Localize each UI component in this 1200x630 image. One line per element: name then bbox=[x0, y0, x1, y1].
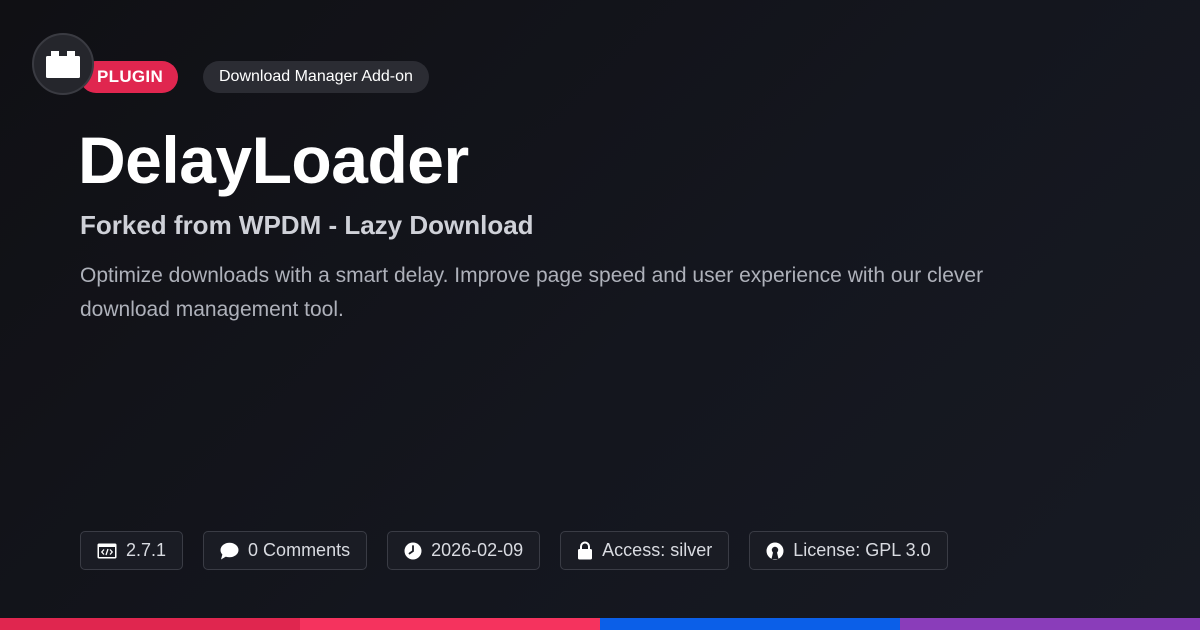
comment-bubble-icon bbox=[220, 542, 239, 559]
date-pill: 2026-02-09 bbox=[387, 531, 541, 570]
page-description: Optimize downloads with a smart delay. I… bbox=[80, 264, 984, 321]
type-badge: PLUGIN bbox=[80, 61, 179, 93]
bar-segment bbox=[900, 618, 1200, 630]
plugin-logo bbox=[32, 33, 94, 95]
comments-pill[interactable]: 0 Comments bbox=[203, 531, 368, 570]
date-label: 2026-02-09 bbox=[431, 540, 524, 560]
license-pill: License: GPL 3.0 bbox=[749, 531, 948, 570]
version-pill: 2.7.1 bbox=[80, 531, 184, 570]
bar-segment bbox=[600, 618, 900, 630]
page-title: DelayLoader bbox=[78, 123, 469, 197]
code-window-icon bbox=[97, 543, 117, 558]
bar-segment bbox=[300, 618, 600, 630]
clock-icon bbox=[404, 542, 422, 559]
category-badge[interactable]: Download Manager Add-on bbox=[203, 61, 429, 93]
license-label: License: GPL 3.0 bbox=[793, 540, 931, 560]
open-source-icon bbox=[766, 542, 784, 559]
plugin-block-icon bbox=[46, 51, 80, 78]
lock-icon bbox=[578, 541, 593, 560]
bar-segment bbox=[0, 618, 300, 630]
access-label: Access: silver bbox=[602, 540, 713, 560]
meta-row: 2.7.1 0 Comments 2026-02-09 Access: silv… bbox=[80, 531, 948, 570]
version-label: 2.7.1 bbox=[126, 540, 167, 560]
access-pill: Access: silver bbox=[560, 531, 730, 570]
comments-label: 0 Comments bbox=[248, 540, 351, 560]
bottom-color-bar bbox=[0, 618, 1200, 630]
page-subtitle: Forked from WPDM - Lazy Download bbox=[80, 210, 534, 240]
